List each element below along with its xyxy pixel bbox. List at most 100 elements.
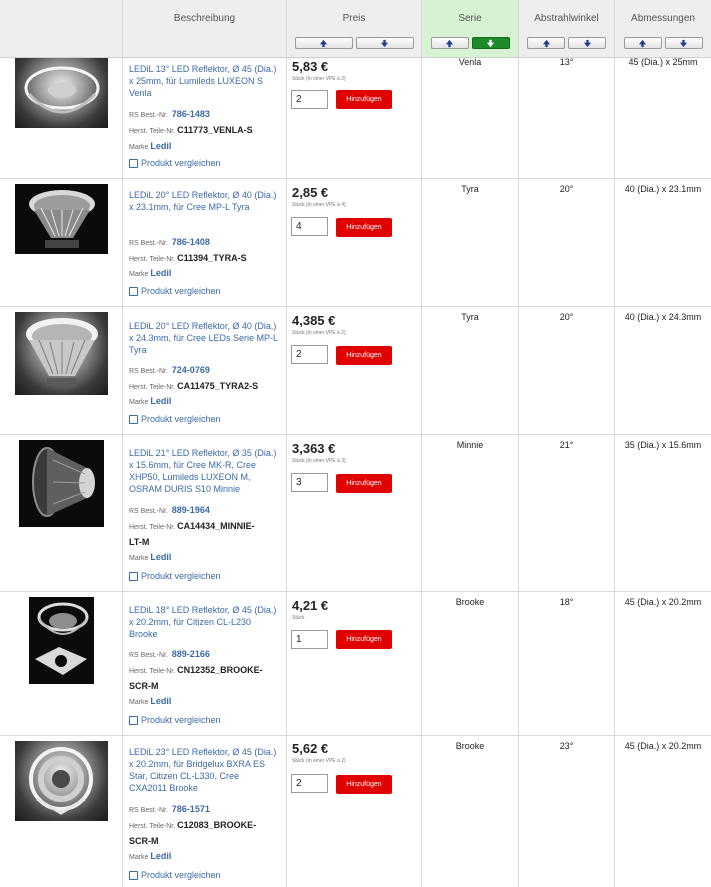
- rs-number: RS Best.-Nr. 889-2166: [129, 649, 210, 659]
- brand: Marke Ledil: [129, 696, 172, 706]
- header-beschreibung: Beschreibung: [123, 0, 286, 57]
- brand: Marke Ledil: [129, 851, 172, 861]
- dimensions-value: 45 (Dia.) x 20.2mm: [624, 741, 702, 751]
- reflector-image: [32, 447, 95, 517]
- serie-value: Venla: [458, 57, 482, 67]
- rs-number: RS Best.-Nr. 724-0769: [129, 365, 210, 375]
- mfr-part-number-cont: SCR-M: [129, 681, 159, 691]
- checkbox-icon: [129, 286, 138, 296]
- product-description-link[interactable]: LEDiL 20° LED Reflektor, Ø 40 (Dia.) x 2…: [129, 320, 279, 356]
- product-image[interactable]: [15, 312, 108, 395]
- quantity-input[interactable]: [291, 345, 328, 364]
- product-description-link[interactable]: LEDiL 23° LED Reflektor, Ø 45 (Dia.) x 2…: [129, 746, 279, 794]
- table-row: LEDiL 20° LED Reflektor, Ø 40 (Dia.) x 2…: [0, 179, 711, 307]
- compare-checkbox[interactable]: Produkt vergleichen: [129, 870, 221, 880]
- price: 5,83 €: [292, 59, 329, 74]
- compare-checkbox[interactable]: Produkt vergleichen: [129, 158, 221, 168]
- quantity-input[interactable]: [291, 630, 328, 649]
- arrow-down-icon: [380, 39, 389, 47]
- quantity-input[interactable]: [291, 473, 328, 492]
- arrow-down-icon: [583, 39, 591, 47]
- abstrahlwinkel-sort-controls: [519, 37, 614, 49]
- sort-abmessungen-asc-button[interactable]: [623, 37, 662, 49]
- add-to-cart-button[interactable]: Hinzufügen: [336, 90, 392, 109]
- checkbox-icon: [129, 870, 138, 880]
- quantity-input[interactable]: [291, 774, 328, 793]
- angle-value: 23°: [559, 741, 574, 751]
- angle-value: 18°: [559, 597, 574, 607]
- angle-value: 20°: [559, 312, 574, 322]
- serie-value: Tyra: [461, 184, 479, 194]
- brand: Marke Ledil: [129, 396, 172, 406]
- checkbox-icon: [129, 571, 138, 581]
- product-description-link[interactable]: LEDiL 18° LED Reflektor, Ø 45 (Dia.) x 2…: [129, 604, 279, 640]
- quantity-input[interactable]: [291, 90, 328, 109]
- add-to-cart-button[interactable]: Hinzufügen: [336, 630, 392, 649]
- compare-checkbox[interactable]: Produkt vergleichen: [129, 571, 221, 581]
- sort-abmessungen-desc-button[interactable]: [664, 37, 703, 49]
- reflector-image: [26, 318, 98, 386]
- column-divider: [286, 0, 287, 887]
- header-preis-label: Preis: [342, 13, 366, 24]
- compare-checkbox[interactable]: Produkt vergleichen: [129, 715, 221, 725]
- dimensions-value: 45 (Dia.) x 25mm: [628, 57, 698, 67]
- table-header: Beschreibung Preis Serie Abstrahlwinkel …: [0, 0, 711, 58]
- compare-checkbox[interactable]: Produkt vergleichen: [129, 286, 221, 296]
- price: 4,21 €: [292, 598, 329, 613]
- header-serie-label: Serie: [458, 13, 482, 24]
- quantity-input[interactable]: [291, 217, 328, 236]
- column-divider: [122, 0, 123, 887]
- brand: Marke Ledil: [129, 552, 172, 562]
- reflector-image: [35, 602, 89, 675]
- reflector-image: [29, 747, 93, 815]
- mfr-part-number: Herst. Teile-Nr. C12083_BROOKE-: [129, 820, 257, 830]
- product-description-link[interactable]: LEDiL 21° LED Reflektor, Ø 35 (Dia.) x 1…: [129, 447, 279, 495]
- header-abmessungen-label: Abmessungen: [631, 13, 695, 24]
- product-image[interactable]: [19, 440, 104, 527]
- rs-number: RS Best.-Nr. 786-1483: [129, 109, 210, 119]
- reflector-image: [24, 66, 100, 114]
- add-to-cart-button[interactable]: Hinzufügen: [336, 346, 392, 365]
- header-abstrahlwinkel: Abstrahlwinkel: [519, 0, 614, 57]
- preis-sort-controls: [287, 37, 421, 49]
- product-image[interactable]: [15, 741, 108, 821]
- angle-value: 21°: [559, 440, 574, 450]
- sort-abstrahlwinkel-asc-button[interactable]: [527, 37, 565, 49]
- product-description-link[interactable]: LEDiL 20° LED Reflektor, Ø 40 (Dia.) x 2…: [129, 189, 279, 213]
- compare-checkbox[interactable]: Produkt vergleichen: [129, 414, 221, 424]
- product-image[interactable]: [15, 184, 108, 254]
- arrow-up-icon: [319, 39, 328, 47]
- price: 2,85 €: [292, 185, 329, 200]
- sort-preis-asc-button[interactable]: [294, 37, 353, 49]
- sort-serie-asc-button[interactable]: [430, 37, 469, 49]
- serie-sort-controls: [422, 37, 518, 49]
- product-description-link[interactable]: LEDiL 13° LED Reflektor, Ø 45 (Dia.) x 2…: [129, 63, 279, 99]
- product-image[interactable]: [29, 597, 94, 684]
- dimensions-value: 45 (Dia.) x 20.2mm: [624, 597, 702, 607]
- serie-value: Minnie: [456, 440, 484, 450]
- rs-number: RS Best.-Nr. 889-1964: [129, 505, 210, 515]
- arrow-up-icon: [542, 39, 550, 47]
- sort-abstrahlwinkel-desc-button[interactable]: [568, 37, 606, 49]
- header-abmessungen: Abmessungen: [615, 0, 711, 57]
- add-to-cart-button[interactable]: Hinzufügen: [336, 474, 392, 493]
- unit-info: Stück (In einer VPE à 3): [292, 458, 346, 464]
- add-to-cart-button[interactable]: Hinzufügen: [336, 775, 392, 794]
- angle-value: 20°: [559, 184, 574, 194]
- add-to-cart-button[interactable]: Hinzufügen: [336, 218, 392, 237]
- product-image[interactable]: [15, 58, 108, 128]
- table-row: LEDiL 23° LED Reflektor, Ø 45 (Dia.) x 2…: [0, 736, 711, 887]
- mfr-part-number-cont: SCR-M: [129, 836, 159, 846]
- unit-info: Stück (In einer VPE à 2): [292, 758, 346, 764]
- serie-value: Brooke: [455, 597, 485, 607]
- sort-preis-desc-button[interactable]: [355, 37, 414, 49]
- arrow-up-icon: [638, 39, 647, 47]
- serie-value: Brooke: [455, 741, 485, 751]
- mfr-part-number: Herst. Teile-Nr. CN12352_BROOKE-: [129, 665, 263, 675]
- unit-info: Stück: [292, 615, 305, 621]
- column-divider: [421, 0, 422, 887]
- sort-serie-desc-button[interactable]: [471, 37, 510, 49]
- mfr-part-number: Herst. Teile-Nr. C11394_TYRA-S: [129, 253, 247, 263]
- header-preis: Preis: [287, 0, 421, 57]
- arrow-down-icon: [486, 39, 495, 47]
